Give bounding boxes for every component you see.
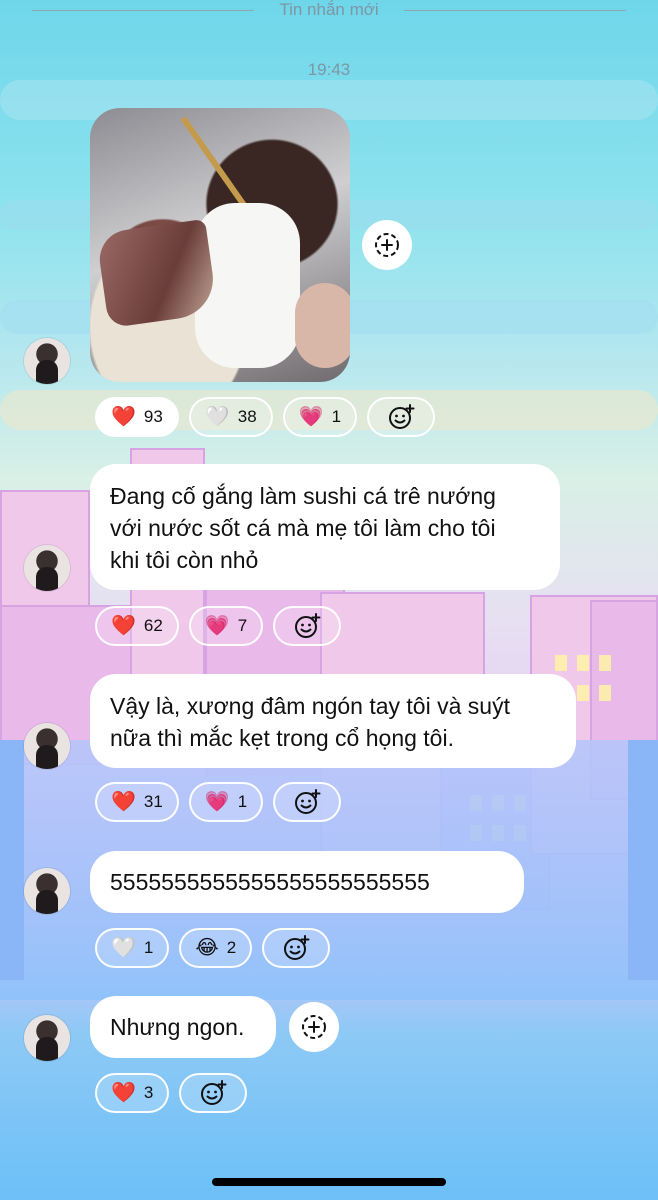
add-emoji-reaction-button[interactable] — [179, 1073, 248, 1113]
message-line: nữa thì mắc kẹt trong cổ họng tôi. — [110, 725, 454, 751]
message-bubble[interactable]: Vậy là, xương đâm ngón tay tôi và suýt n… — [90, 674, 576, 768]
add-reaction-button[interactable] — [362, 220, 412, 270]
reaction-bar: 🤍 1 😂 2 — [95, 928, 331, 968]
reaction-heart[interactable]: ❤️ 3 — [95, 1073, 170, 1113]
message-line: với nước sốt cá mà mẹ tôi làm cho tôi — [110, 515, 496, 541]
white-heart-icon: 🤍 — [111, 937, 136, 959]
reaction-count: 3 — [143, 1083, 154, 1102]
add-reaction-icon — [375, 233, 399, 257]
reaction-pink-heart[interactable]: 💗 1 — [282, 397, 358, 437]
chat-header: Tin nhắn mới — [0, 0, 658, 26]
reaction-white-heart[interactable]: 🤍 38 — [188, 397, 273, 437]
reaction-pink-heart[interactable]: 💗 7 — [188, 606, 264, 646]
smiley-plus-icon — [201, 1080, 227, 1105]
reaction-white-heart[interactable]: 🤍 1 — [95, 928, 170, 968]
message-line: khi tôi còn nhỏ — [110, 547, 259, 573]
new-messages-divider: Tin nhắn mới — [279, 0, 379, 19]
tears-of-joy-icon: 😂 — [195, 937, 219, 959]
reaction-heart[interactable]: ❤️ 62 — [95, 606, 179, 646]
reaction-bar: ❤️ 3 — [95, 1073, 248, 1113]
message-photo[interactable] — [90, 108, 350, 382]
reaction-bar: ❤️ 93 🤍 38 💗 1 — [95, 397, 436, 437]
sender-avatar[interactable] — [24, 723, 70, 769]
red-heart-icon: ❤️ — [111, 791, 136, 813]
reaction-laughing[interactable]: 😂 2 — [179, 928, 253, 968]
message-bubble[interactable]: Đang cố gắng làm sushi cá trê nướng với … — [90, 464, 560, 590]
reaction-count: 1 — [237, 792, 248, 811]
message-bubble[interactable]: 5555555555555555555555555 — [90, 851, 524, 913]
reaction-count: 62 — [143, 616, 163, 635]
sparkling-heart-icon: 💗 — [298, 406, 324, 428]
timestamp: 19:43 — [307, 60, 351, 79]
add-emoji-reaction-button[interactable] — [262, 928, 331, 968]
reaction-bar: ❤️ 31 💗 1 — [95, 782, 342, 822]
reaction-count: 1 — [143, 938, 154, 957]
reaction-count: 1 — [331, 407, 342, 426]
reaction-count: 7 — [237, 616, 248, 635]
message-line: Đang cố gắng làm sushi cá trê nướng — [110, 483, 496, 509]
white-heart-icon: 🤍 — [204, 406, 230, 428]
reaction-count: 31 — [143, 792, 163, 811]
reaction-count: 2 — [226, 938, 237, 957]
red-heart-icon: ❤️ — [111, 615, 136, 637]
message-line: Vậy là, xương đâm ngón tay tôi và suýt — [110, 693, 510, 719]
add-emoji-reaction-button[interactable] — [273, 606, 342, 646]
smiley-plus-icon — [389, 404, 415, 429]
add-emoji-reaction-button[interactable] — [367, 397, 436, 437]
sparkling-heart-icon: 💗 — [204, 791, 230, 813]
reaction-heart[interactable]: ❤️ 31 — [95, 782, 179, 822]
sender-avatar[interactable] — [24, 1015, 70, 1061]
reaction-heart[interactable]: ❤️ 93 — [95, 397, 179, 437]
sender-avatar[interactable] — [24, 545, 70, 591]
home-indicator[interactable] — [212, 1178, 446, 1186]
smiley-plus-icon — [295, 613, 321, 638]
message-line: Nhưng ngon. — [110, 1014, 245, 1040]
smiley-plus-icon — [295, 789, 321, 814]
add-reaction-button[interactable] — [289, 1002, 339, 1052]
reaction-pink-heart[interactable]: 💗 1 — [188, 782, 264, 822]
message-line: 5555555555555555555555555 — [110, 869, 430, 895]
red-heart-icon: ❤️ — [111, 1082, 136, 1104]
reaction-count: 93 — [143, 407, 163, 426]
red-heart-icon: ❤️ — [111, 406, 136, 428]
add-emoji-reaction-button[interactable] — [273, 782, 342, 822]
smiley-plus-icon — [284, 935, 310, 960]
sender-avatar[interactable] — [24, 338, 70, 384]
add-reaction-icon — [302, 1015, 326, 1039]
sender-avatar[interactable] — [24, 868, 70, 914]
reaction-count: 38 — [237, 407, 257, 426]
reaction-bar: ❤️ 62 💗 7 — [95, 606, 342, 646]
sparkling-heart-icon: 💗 — [204, 615, 230, 637]
message-bubble[interactable]: Nhưng ngon. — [90, 996, 276, 1058]
